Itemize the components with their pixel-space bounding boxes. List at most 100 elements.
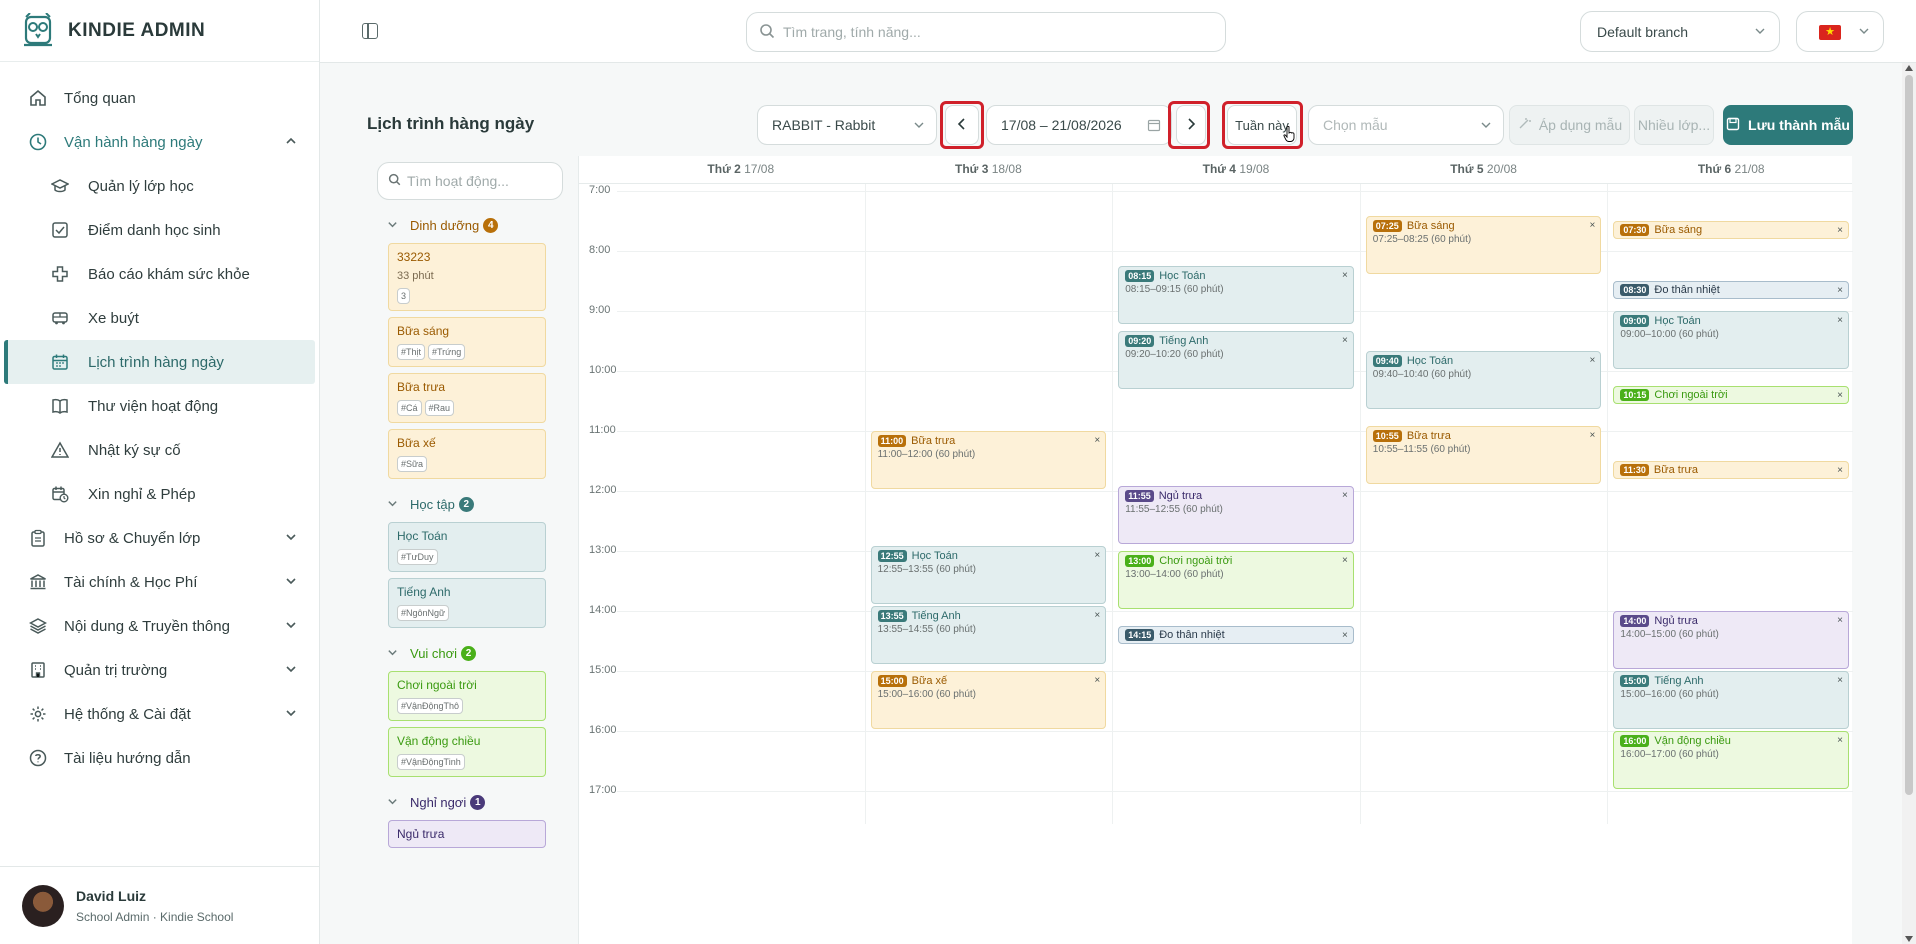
remove-event-icon[interactable]: ×	[1837, 465, 1843, 476]
scroll-down-icon[interactable]	[1905, 936, 1913, 942]
remove-event-icon[interactable]: ×	[1837, 285, 1843, 296]
remove-event-icon[interactable]: ×	[1590, 220, 1596, 231]
library-item-tag: #Trứng	[428, 344, 466, 360]
library-item[interactable]: Bữa xế #Sữa	[388, 429, 546, 479]
calendar-clock-icon	[50, 484, 70, 504]
sidebar-item-records-transfer[interactable]: Hồ sơ & Chuyển lớp	[0, 516, 319, 560]
schedule-event[interactable]: 09:20 Tiếng Anh 09:20–10:20 (60 phút) ×	[1118, 331, 1354, 389]
scroll-up-icon[interactable]	[1905, 65, 1913, 71]
remove-event-icon[interactable]: ×	[1837, 615, 1843, 626]
library-group-nutrition[interactable]: Dinh dưỡng 4	[387, 218, 567, 233]
sidebar-item-bus[interactable]: Xe buýt	[0, 296, 319, 340]
schedule-event[interactable]: 11:55 Ngủ trưa 11:55–12:55 (60 phút) ×	[1118, 486, 1354, 544]
remove-event-icon[interactable]: ×	[1094, 550, 1100, 561]
library-item[interactable]: Học Toán #TưDuy	[388, 522, 546, 572]
group-name: Nghỉ ngơi	[410, 795, 467, 810]
library-item[interactable]: Vận động chiều #VậnĐộngTinh	[388, 727, 546, 777]
remove-event-icon[interactable]: ×	[1094, 675, 1100, 686]
apply-template-button[interactable]: Áp dụng mẫu	[1509, 105, 1630, 145]
sidebar-item-daily-operations[interactable]: Vận hành hàng ngày	[0, 120, 319, 164]
schedule-event[interactable]: 15:00 Tiếng Anh 15:00–16:00 (60 phút) ×	[1613, 671, 1849, 729]
sidebar-item-system-settings[interactable]: Hệ thống & Cài đặt	[0, 692, 319, 736]
template-select[interactable]: Chọn mẫu	[1308, 105, 1504, 145]
activity-search-input[interactable]: Tìm hoạt động...	[377, 162, 563, 200]
schedule-event[interactable]: 16:00 Vận động chiều 16:00–17:00 (60 phút)…	[1613, 731, 1849, 789]
schedule-event[interactable]: 09:40 Học Toán 09:40–10:40 (60 phút) ×	[1365, 351, 1602, 409]
multi-class-button[interactable]: Nhiều lớp...	[1634, 105, 1714, 145]
schedule-event[interactable]: 10:55 Bữa trưa 10:55–11:55 (60 phút) ×	[1365, 426, 1602, 484]
sidebar-item-school-admin[interactable]: Quản trị trường	[0, 648, 319, 692]
date-range-picker[interactable]: 17/08 – 21/08/2026	[986, 105, 1172, 145]
schedule-event[interactable]: 09:00 Học Toán 09:00–10:00 (60 phút) ×	[1613, 311, 1849, 369]
brand[interactable]: KINDIE ADMIN	[0, 0, 319, 62]
library-item[interactable]: Bữa trưa #Cá #Rau	[388, 373, 546, 423]
sidebar-item-daily-schedule[interactable]: Lịch trình hàng ngày	[4, 340, 315, 384]
schedule-event[interactable]: 11:30 Bữa trưa ×	[1613, 461, 1849, 479]
sidebar-item-class-management[interactable]: Quản lý lớp học	[0, 164, 319, 208]
event-name: Chơi ngoài trời	[1654, 389, 1728, 401]
remove-event-icon[interactable]: ×	[1837, 735, 1843, 746]
hour-label: 11:00	[589, 424, 616, 436]
library-item[interactable]: Chơi ngoài trời #VậnĐộngThô	[388, 671, 546, 721]
page-scrollbar[interactable]	[1902, 63, 1916, 944]
chevron-down-icon	[912, 118, 926, 135]
schedule-event[interactable]: 11:00 Bữa trưa 11:00–12:00 (60 phút) ×	[870, 431, 1107, 489]
remove-event-icon[interactable]: ×	[1590, 355, 1596, 366]
schedule-event[interactable]: 13:00 Chơi ngoài trời 13:00–14:00 (60 phút…	[1118, 551, 1354, 609]
schedule-event[interactable]: 13:55 Tiếng Anh 13:55–14:55 (60 phút) ×	[870, 606, 1107, 664]
sidebar-item-overview[interactable]: Tổng quan	[0, 76, 319, 120]
library-item[interactable]: Ngủ trưa	[388, 820, 546, 848]
event-name: Đo thân nhiệt	[1159, 629, 1225, 641]
remove-event-icon[interactable]: ×	[1342, 555, 1348, 566]
schedule-event[interactable]: 08:30 Đo thân nhiệt ×	[1613, 281, 1849, 299]
schedule-event[interactable]: 07:25 Bữa sáng 07:25–08:25 (60 phút) ×	[1365, 216, 1602, 274]
schedule-event[interactable]: 08:15 Học Toán 08:15–09:15 (60 phút) ×	[1118, 266, 1354, 324]
library-item[interactable]: Tiếng Anh #NgônNgữ	[388, 578, 546, 628]
library-item[interactable]: 33223 33 phút 3	[388, 243, 546, 311]
day-header: Thứ 5 20/08	[1450, 162, 1517, 176]
warning-icon	[50, 440, 70, 460]
remove-event-icon[interactable]: ×	[1590, 430, 1596, 441]
remove-event-icon[interactable]: ×	[1094, 610, 1100, 621]
schedule-event[interactable]: 10:15 Chơi ngoài trời ×	[1613, 386, 1849, 404]
sidebar-item-leave-requests[interactable]: Xin nghỉ & Phép	[0, 472, 319, 516]
template-placeholder: Chọn mẫu	[1323, 117, 1388, 133]
remove-event-icon[interactable]: ×	[1837, 315, 1843, 326]
library-item[interactable]: Bữa sáng #Thịt #Trứng	[388, 317, 546, 367]
global-search-input[interactable]: Tìm trang, tính năng...	[746, 12, 1226, 52]
user-profile[interactable]: David Luiz School Admin · Kindie School	[0, 866, 319, 944]
sidebar-item-health-report[interactable]: Báo cáo khám sức khỏe	[0, 252, 319, 296]
schedule-event[interactable]: 12:55 Học Toán 12:55–13:55 (60 phút) ×	[870, 546, 1107, 604]
remove-event-icon[interactable]: ×	[1837, 225, 1843, 236]
remove-event-icon[interactable]: ×	[1342, 335, 1348, 346]
schedule-event[interactable]: 15:00 Bữa xế 15:00–16:00 (60 phút) ×	[870, 671, 1107, 729]
remove-event-icon[interactable]: ×	[1342, 270, 1348, 281]
library-group-learning[interactable]: Học tập 2	[387, 497, 567, 512]
schedule-event[interactable]: 14:00 Ngủ trưa 14:00–15:00 (60 phút) ×	[1613, 611, 1849, 669]
remove-event-icon[interactable]: ×	[1094, 435, 1100, 446]
schedule-event[interactable]: 07:30 Bữa sáng ×	[1613, 221, 1849, 239]
sidebar-item-finance-tuition[interactable]: Tài chính & Học Phí	[0, 560, 319, 604]
save-template-button[interactable]: Lưu thành mẫu	[1723, 105, 1853, 145]
sidebar-item-activity-library[interactable]: Thư viện hoạt động	[0, 384, 319, 428]
sidebar-item-incident-log[interactable]: Nhật ký sự cố	[0, 428, 319, 472]
library-group-rest[interactable]: Nghỉ ngơi 1	[387, 795, 567, 810]
sidebar-item-docs[interactable]: Tài liệu hướng dẫn	[0, 736, 319, 780]
class-select[interactable]: RABBIT - Rabbit	[757, 105, 937, 145]
remove-event-icon[interactable]: ×	[1342, 630, 1348, 641]
library-group-play[interactable]: Vui chơi 2	[387, 646, 567, 661]
remove-event-icon[interactable]: ×	[1342, 490, 1348, 501]
sidebar-toggle-icon[interactable]	[362, 23, 378, 39]
branch-select[interactable]: Default branch	[1580, 11, 1780, 52]
language-select[interactable]: ★	[1796, 11, 1884, 52]
scroll-thumb[interactable]	[1905, 75, 1913, 795]
library-item-tag: #Sữa	[397, 456, 428, 472]
library-item-title: 33223	[397, 250, 431, 264]
schedule-event[interactable]: 14:15 Đo thân nhiệt ×	[1118, 626, 1354, 644]
sidebar-item-attendance[interactable]: Điểm danh học sinh	[0, 208, 319, 252]
remove-event-icon[interactable]: ×	[1837, 675, 1843, 686]
sidebar-item-content-media[interactable]: Nội dung & Truyền thông	[0, 604, 319, 648]
gear-icon	[28, 704, 48, 724]
help-icon	[28, 748, 48, 768]
remove-event-icon[interactable]: ×	[1837, 390, 1843, 401]
